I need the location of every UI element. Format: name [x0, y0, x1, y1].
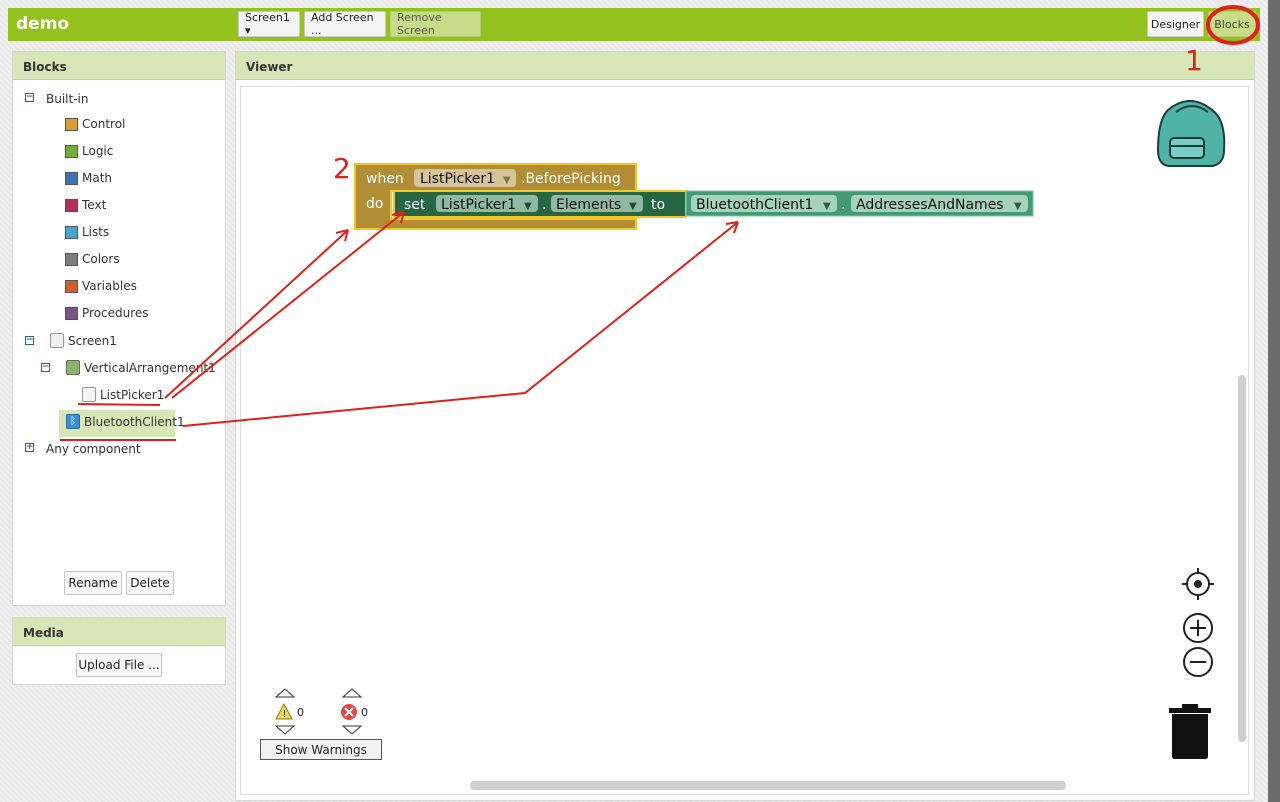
getter-property-label: AddressesAndNames: [856, 197, 1004, 213]
svg-text:!: !: [283, 709, 287, 720]
dropdown-arrow-icon: ▼: [823, 201, 831, 212]
dropdown-arrow-icon: ▼: [503, 175, 511, 186]
set-elements-block[interactable]: set ListPicker1 ▼ . Elements ▼ to: [393, 190, 687, 218]
getter-dot: .: [841, 197, 845, 213]
to-keyword: to: [651, 197, 665, 213]
annotation-markup: [60, 5, 1260, 441]
backpack-icon[interactable]: [1156, 100, 1226, 167]
errors-prev-icon[interactable]: [341, 688, 363, 698]
dropdown-arrow-icon: ▼: [524, 201, 532, 212]
zoom-in-icon[interactable]: [1183, 613, 1213, 643]
warnings-next-icon[interactable]: [274, 725, 296, 735]
set-property-label: Elements: [556, 197, 621, 213]
zoom-out-icon[interactable]: [1183, 647, 1213, 677]
when-keyword: when: [366, 171, 404, 187]
event-name: .BeforePicking: [521, 171, 621, 187]
blocks-canvas: when ListPicker1 ▼ .BeforePicking do set…: [60, 5, 1260, 759]
set-keyword: set: [404, 197, 426, 213]
errors-count: 0: [361, 706, 368, 719]
vertical-scrollbar[interactable]: [1238, 375, 1246, 742]
recenter-icon[interactable]: [1182, 568, 1214, 600]
errors-next-icon[interactable]: [341, 725, 363, 735]
warning-icon: !: [275, 702, 293, 720]
dropdown-arrow-icon: ▼: [629, 201, 637, 212]
trash-icon[interactable]: [1169, 704, 1211, 759]
horizontal-scrollbar[interactable]: [470, 781, 1066, 790]
show-warnings-button[interactable]: Show Warnings: [260, 739, 382, 760]
annotation-label-1: 1: [1185, 44, 1203, 77]
warnings-prev-icon[interactable]: [274, 688, 296, 698]
set-dot: .: [542, 197, 546, 213]
error-icon: [341, 704, 357, 720]
event-component-label: ListPicker1: [420, 171, 495, 187]
set-component-label: ListPicker1: [441, 197, 516, 213]
do-keyword: do: [366, 196, 383, 212]
page-scrollbar[interactable]: [1268, 0, 1280, 802]
warnings-count: 0: [297, 706, 304, 719]
getter-component-label: BluetoothClient1: [696, 197, 813, 213]
dropdown-arrow-icon: ▼: [1014, 201, 1022, 212]
annotation-label-2: 2: [333, 152, 351, 185]
bluetooth-addresses-getter-block[interactable]: BluetoothClient1 ▼ . AddressesAndNames ▼: [685, 190, 1034, 217]
